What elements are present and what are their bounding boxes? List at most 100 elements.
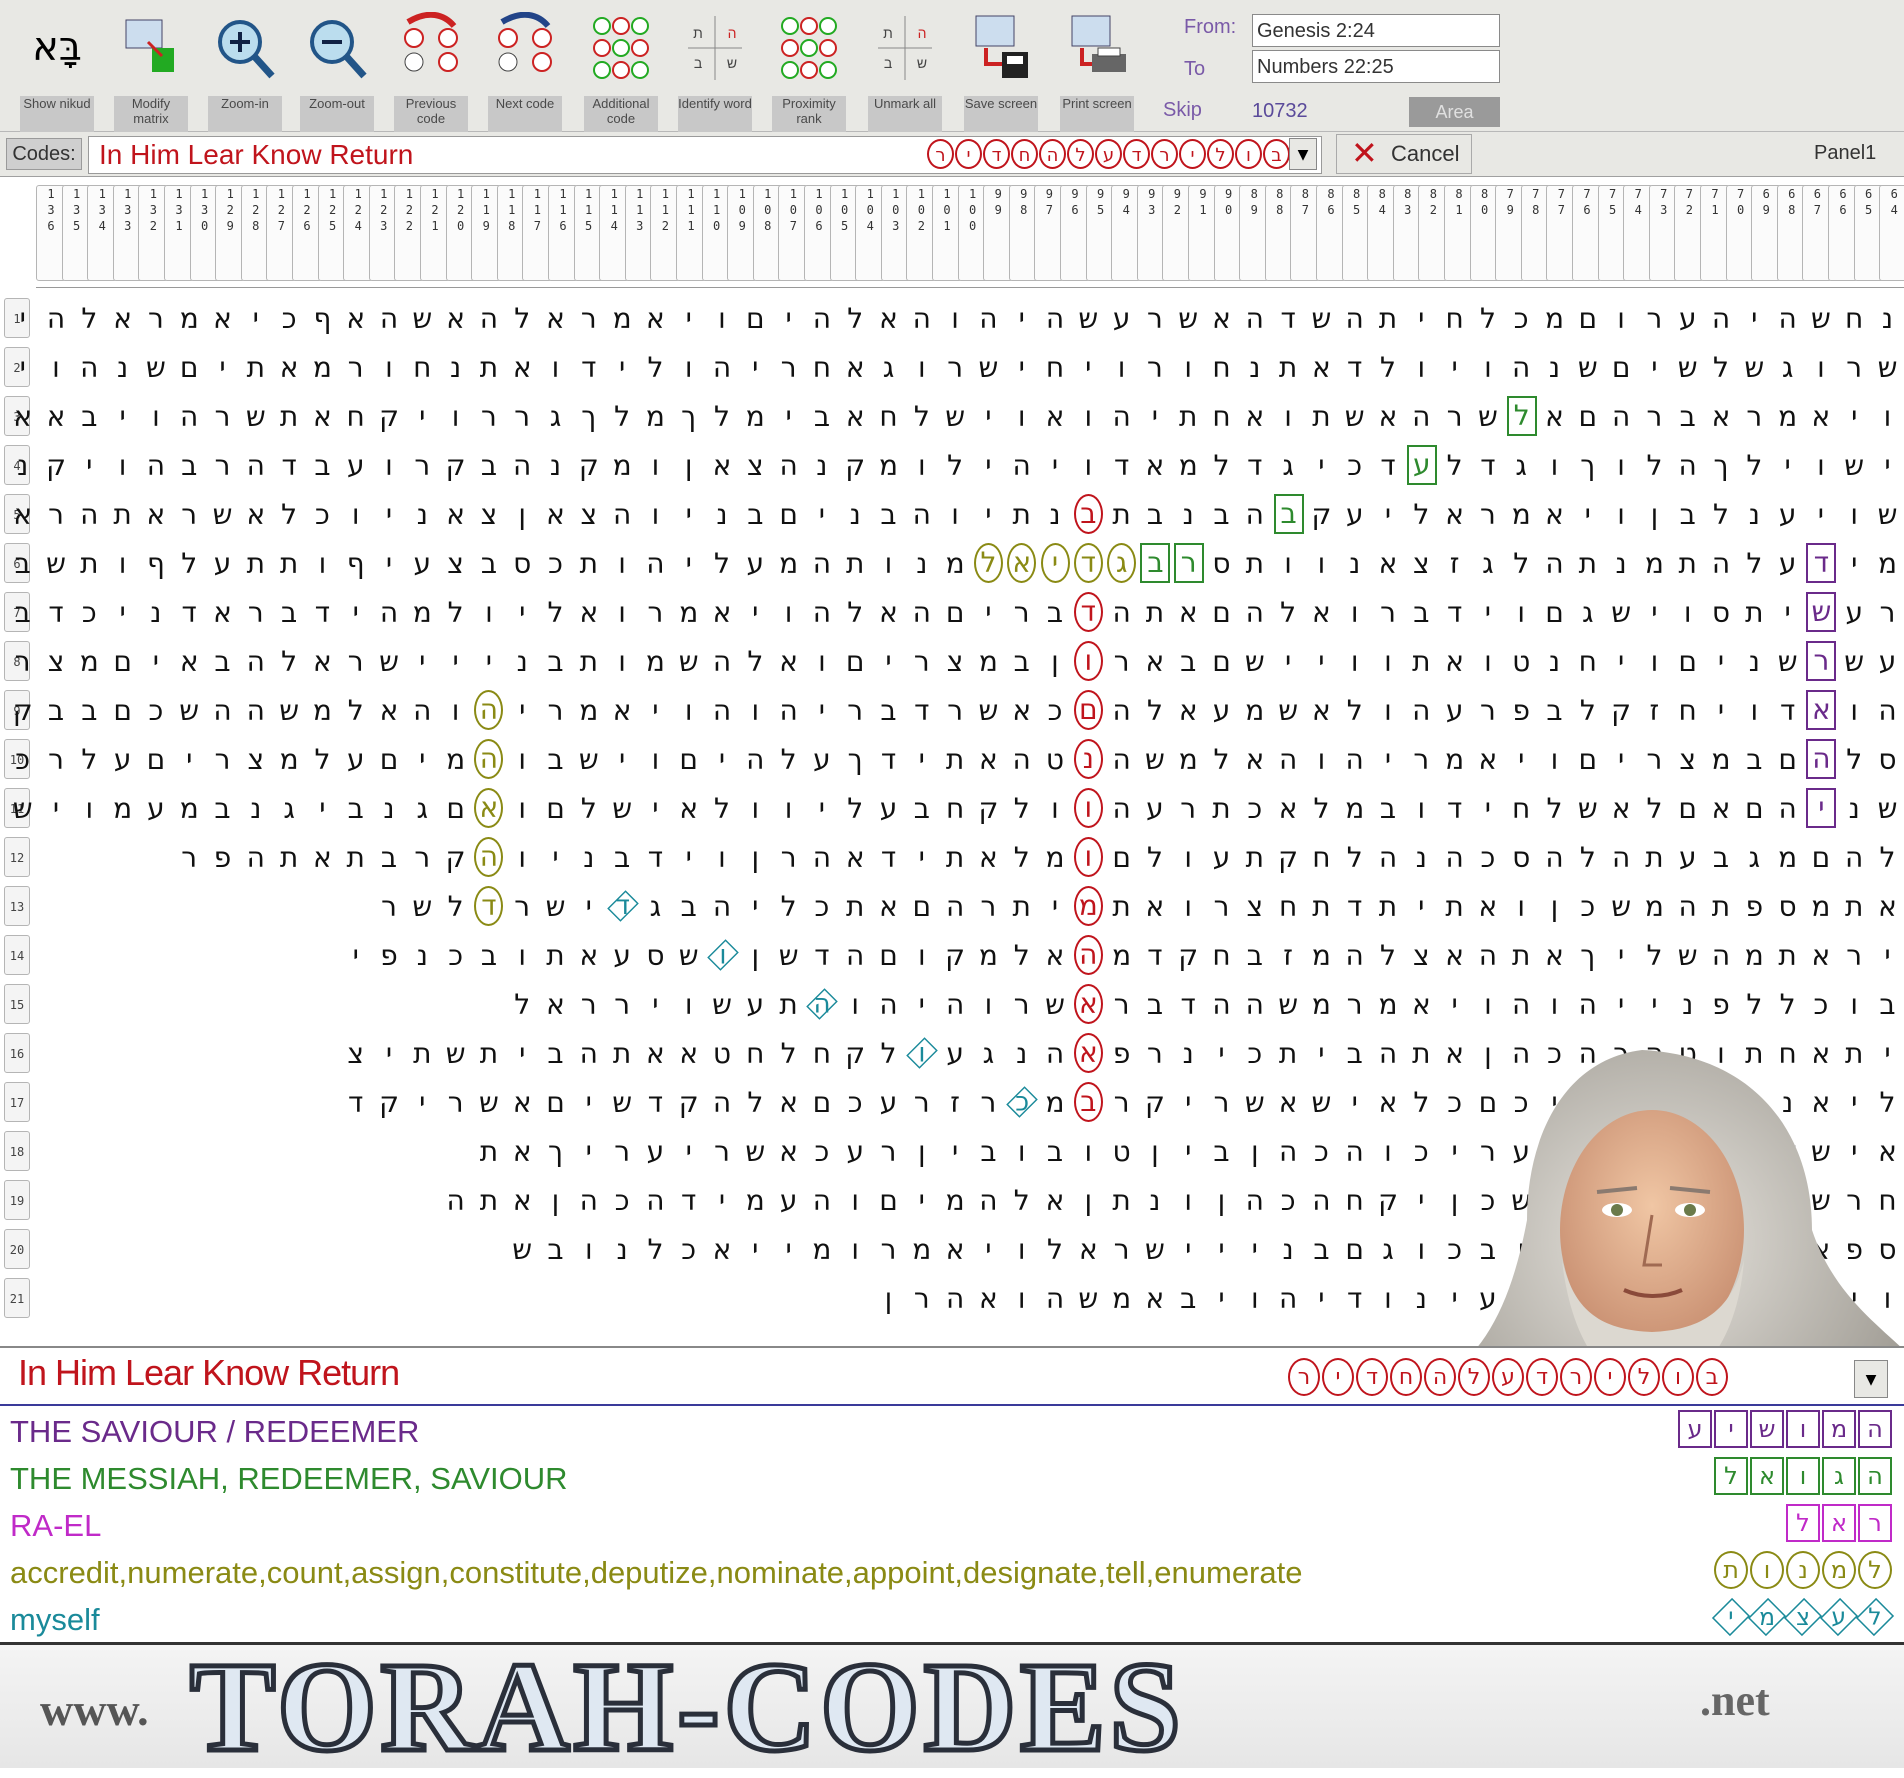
zoom-in-button[interactable]: Zoom-in xyxy=(206,6,284,132)
matrix-letter[interactable]: ה xyxy=(639,1176,672,1225)
matrix-letter[interactable]: ד xyxy=(905,686,938,735)
matrix-letter[interactable]: י xyxy=(1605,980,1638,1029)
matrix-letter[interactable]: ע xyxy=(839,1127,872,1176)
matrix-letter[interactable]: י xyxy=(1405,882,1438,931)
matrix-letter[interactable]: י xyxy=(73,441,106,490)
matrix-letter[interactable]: ת xyxy=(1005,490,1038,539)
matrix-letter[interactable]: ה xyxy=(1705,539,1738,588)
matrix-letter[interactable]: י xyxy=(1438,343,1471,392)
matrix-letter[interactable]: ו xyxy=(772,588,805,637)
matrix-letter[interactable]: ה xyxy=(1238,588,1271,637)
matrix-letter[interactable]: ל xyxy=(772,882,805,931)
matrix-letter[interactable]: ו xyxy=(1838,686,1871,735)
matrix-letter[interactable]: ם xyxy=(173,343,206,392)
matrix-letter[interactable]: ב xyxy=(6,588,39,637)
matrix-letter[interactable]: מ xyxy=(1238,686,1271,735)
matrix-letter[interactable]: י xyxy=(1638,588,1671,637)
matrix-letter[interactable]: ק xyxy=(972,784,1005,833)
matrix-letter[interactable]: ן xyxy=(506,490,539,539)
matrix-letter[interactable]: ש xyxy=(173,686,206,735)
matrix-letter[interactable]: ן xyxy=(872,1274,905,1323)
matrix-letter-highlighted[interactable]: ד xyxy=(606,890,639,922)
matrix-letter[interactable]: ע xyxy=(1438,686,1471,735)
matrix-letter[interactable]: ע xyxy=(872,784,905,833)
matrix-letter[interactable]: מ xyxy=(1638,882,1671,931)
matrix-letter[interactable]: נ xyxy=(805,441,838,490)
matrix-letter[interactable]: א xyxy=(706,588,739,637)
matrix-letter[interactable]: ר xyxy=(1138,294,1171,343)
matrix-letter[interactable]: ל xyxy=(1638,931,1671,980)
matrix-letter[interactable]: ו xyxy=(1804,441,1837,490)
matrix-letter[interactable]: ח xyxy=(1571,637,1604,686)
matrix-letter[interactable]: מ xyxy=(1039,1078,1072,1127)
matrix-letter[interactable]: ד xyxy=(639,1078,672,1127)
matrix-letter[interactable]: ש xyxy=(1138,735,1171,784)
matrix-letter[interactable]: י xyxy=(1072,343,1105,392)
matrix-letter[interactable]: ת xyxy=(1638,833,1671,882)
matrix-letter[interactable]: כ xyxy=(539,539,572,588)
codes-dropdown-button[interactable]: ▼ xyxy=(1289,138,1317,170)
matrix-letter[interactable]: א xyxy=(872,294,905,343)
matrix-letter[interactable]: ל xyxy=(1705,490,1738,539)
matrix-letter[interactable]: י xyxy=(1638,980,1671,1029)
matrix-letter[interactable]: ו xyxy=(672,686,705,735)
matrix-letter[interactable]: ה xyxy=(972,294,1005,343)
matrix-letter-highlighted[interactable]: נ xyxy=(1073,739,1103,779)
matrix-letter[interactable]: י xyxy=(1605,931,1638,980)
matrix-letter[interactable]: ל xyxy=(839,588,872,637)
matrix-letter[interactable]: ב xyxy=(539,735,572,784)
matrix-letter[interactable]: ו xyxy=(1638,637,1671,686)
matrix-letter[interactable]: ב xyxy=(539,637,572,686)
matrix-letter[interactable]: ה xyxy=(739,735,772,784)
matrix-letter[interactable]: י xyxy=(6,343,39,392)
matrix-letter[interactable]: ה xyxy=(239,833,272,882)
matrix-letter[interactable]: ו xyxy=(1405,784,1438,833)
matrix-letter[interactable]: ח xyxy=(1205,931,1238,980)
matrix-letter[interactable]: ל xyxy=(1871,833,1904,882)
previous-code-button[interactable]: Previous code xyxy=(392,6,470,132)
matrix-letter-highlighted[interactable]: י xyxy=(1806,788,1837,828)
matrix-letter[interactable]: ע xyxy=(1338,490,1371,539)
matrix-letter[interactable]: ח xyxy=(1272,882,1305,931)
matrix-letter[interactable]: ת xyxy=(1771,931,1804,980)
matrix-letter[interactable]: י xyxy=(373,1029,406,1078)
matrix-letter[interactable]: נ xyxy=(139,588,172,637)
matrix-letter[interactable]: ו xyxy=(706,833,739,882)
matrix-letter[interactable]: ד xyxy=(1272,294,1305,343)
matrix-letter[interactable]: י xyxy=(972,1225,1005,1274)
matrix-letter[interactable]: ב xyxy=(1172,1274,1205,1323)
matrix-letter[interactable]: ה xyxy=(1272,735,1305,784)
matrix-letter[interactable]: ו xyxy=(539,343,572,392)
matrix-letter[interactable]: ש xyxy=(1571,343,1604,392)
matrix-letter[interactable]: ה xyxy=(1505,980,1538,1029)
matrix-letter[interactable]: ש xyxy=(1571,784,1604,833)
matrix-letter[interactable]: ב xyxy=(1138,490,1171,539)
matrix-letter[interactable]: מ xyxy=(972,931,1005,980)
matrix-letter[interactable]: ח xyxy=(1838,294,1871,343)
matrix-letter[interactable]: ק xyxy=(939,931,972,980)
matrix-letter[interactable]: ו xyxy=(73,784,106,833)
matrix-letter[interactable]: י xyxy=(1172,1127,1205,1176)
matrix-letter[interactable]: א xyxy=(1438,931,1471,980)
matrix-letter[interactable]: מ xyxy=(572,686,605,735)
matrix-letter[interactable]: י xyxy=(1871,931,1904,980)
matrix-letter[interactable]: ט xyxy=(1039,735,1072,784)
matrix-letter[interactable]: ג xyxy=(1571,588,1604,637)
matrix-letter[interactable]: א xyxy=(339,294,372,343)
matrix-letter[interactable]: ף xyxy=(139,539,172,588)
matrix-letter[interactable]: י xyxy=(239,294,272,343)
matrix-letter[interactable]: ם xyxy=(106,637,139,686)
matrix-letter[interactable]: ב xyxy=(273,588,306,637)
matrix-letter[interactable]: מ xyxy=(1172,441,1205,490)
matrix-letter[interactable]: ה xyxy=(1671,441,1704,490)
matrix-letter[interactable]: נ xyxy=(1671,980,1704,1029)
matrix-letter[interactable]: ת xyxy=(273,539,306,588)
matrix-letter[interactable]: ו xyxy=(606,588,639,637)
matrix-letter[interactable]: י xyxy=(1039,882,1072,931)
matrix-letter[interactable]: ד xyxy=(173,588,206,637)
matrix-letter[interactable]: ר xyxy=(905,637,938,686)
matrix-letter[interactable]: ד xyxy=(1105,441,1138,490)
matrix-letter[interactable]: מ xyxy=(1338,784,1371,833)
matrix-letter[interactable]: ר xyxy=(1738,392,1771,441)
matrix-letter[interactable]: ב xyxy=(306,441,339,490)
